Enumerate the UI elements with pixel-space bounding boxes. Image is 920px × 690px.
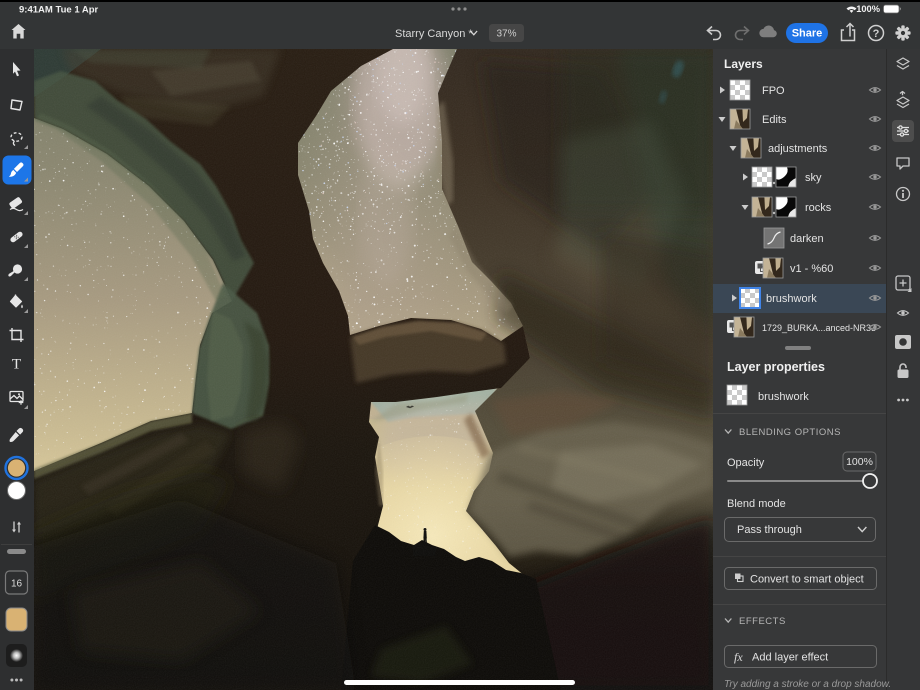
svg-text:brushwork: brushwork xyxy=(766,293,817,305)
svg-text:9:41AM: 9:41AM xyxy=(19,4,53,15)
svg-text:Layers: Layers xyxy=(724,57,763,71)
svg-text:Pass through: Pass through xyxy=(737,524,802,536)
svg-text:T: T xyxy=(12,356,21,372)
svg-text:100%: 100% xyxy=(846,456,873,468)
svg-text:Blend mode: Blend mode xyxy=(727,498,786,510)
svg-text:37%: 37% xyxy=(496,29,516,40)
svg-text:fx: fx xyxy=(734,650,743,664)
svg-text:16: 16 xyxy=(11,578,23,589)
svg-text:adjustments: adjustments xyxy=(768,143,828,155)
svg-text:Add layer effect: Add layer effect xyxy=(752,652,828,664)
svg-text:BLENDING OPTIONS: BLENDING OPTIONS xyxy=(739,427,841,438)
svg-text:rocks: rocks xyxy=(805,202,832,214)
svg-text:Convert to smart object: Convert to smart object xyxy=(750,574,864,586)
svg-text:v1 - %60: v1 - %60 xyxy=(790,263,833,275)
svg-text:Opacity: Opacity xyxy=(727,457,765,469)
svg-text:brushwork: brushwork xyxy=(758,391,809,403)
svg-text:sky: sky xyxy=(805,172,822,184)
svg-text:Layer properties: Layer properties xyxy=(727,360,825,374)
svg-text:EFFECTS: EFFECTS xyxy=(739,616,786,627)
svg-text:100%: 100% xyxy=(856,4,881,14)
svg-text:Edits: Edits xyxy=(762,114,787,126)
svg-text:Starry Canyon *: Starry Canyon * xyxy=(395,28,473,40)
svg-text:FPO: FPO xyxy=(762,85,785,97)
svg-text:darken: darken xyxy=(790,233,824,245)
svg-text:Tue 1 Apr: Tue 1 Apr xyxy=(56,4,99,15)
svg-text:?: ? xyxy=(873,28,880,40)
svg-text:1729_BURKA...anced-NR33: 1729_BURKA...anced-NR33 xyxy=(762,323,876,333)
svg-text:Share: Share xyxy=(792,28,823,40)
svg-text:Try adding a stroke or a drop: Try adding a stroke or a drop shadow. xyxy=(724,679,891,690)
